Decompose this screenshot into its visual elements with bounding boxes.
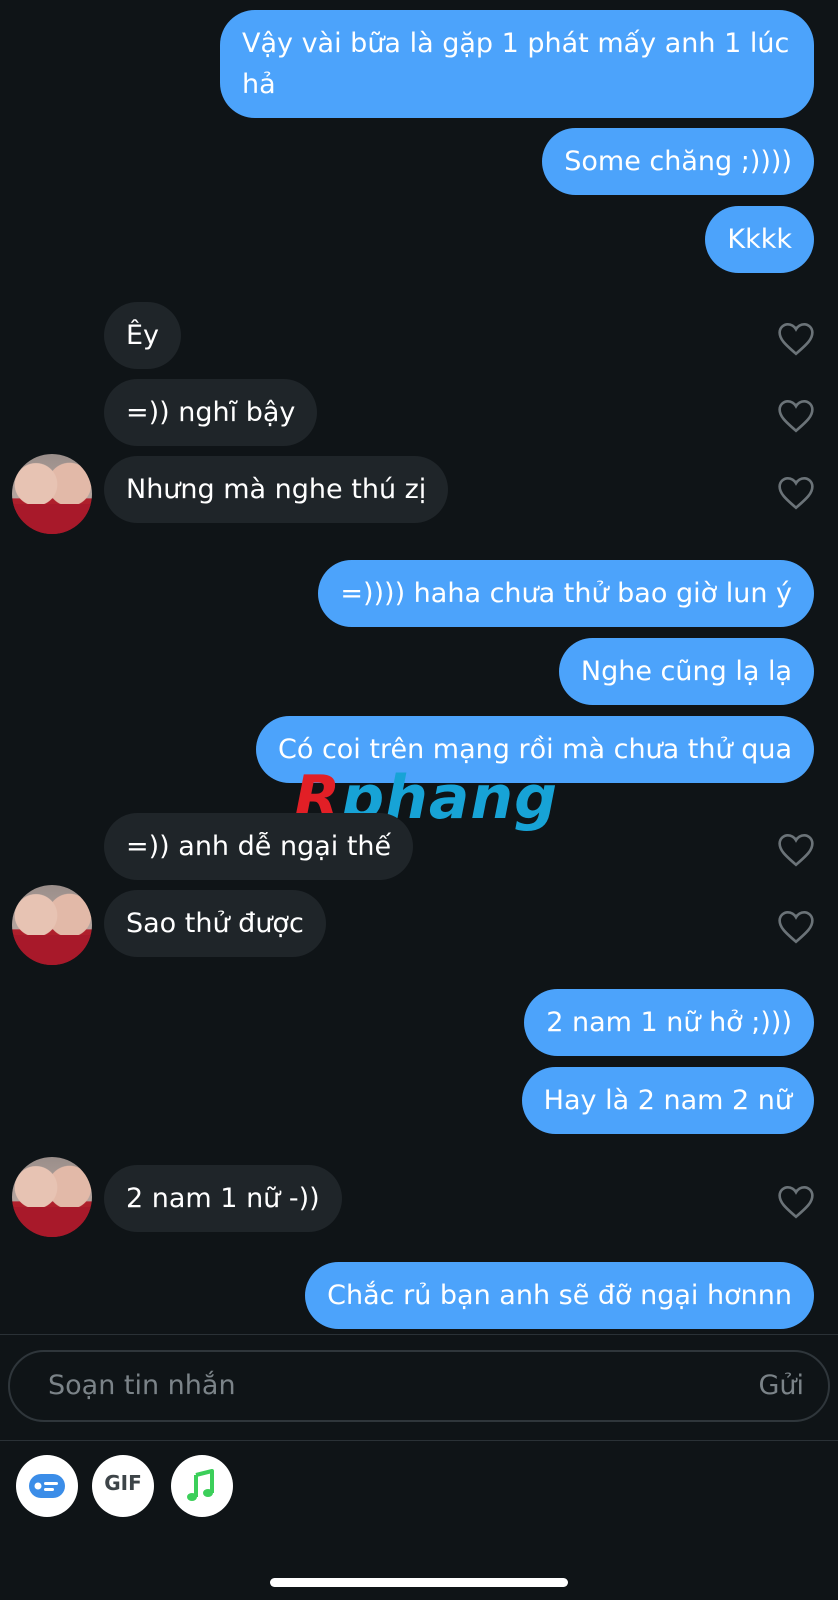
heart-icon[interactable]	[776, 475, 816, 511]
message-incoming[interactable]: =)) anh dễ ngại thế	[104, 813, 414, 880]
composer-divider	[0, 1334, 838, 1335]
heart-icon[interactable]	[776, 398, 816, 434]
contact-card-button[interactable]	[16, 1455, 78, 1517]
message-incoming[interactable]: 2 nam 1 nữ -))	[104, 1165, 342, 1232]
heart-icon[interactable]	[776, 321, 816, 357]
gif-icon: GIF	[104, 1471, 142, 1495]
contact-avatar[interactable]	[12, 1157, 92, 1237]
message-outgoing[interactable]: Chắc rủ bạn anh sẽ đỡ ngại hơnnn	[305, 1262, 814, 1329]
music-note-icon	[187, 1469, 214, 1501]
contact-avatar[interactable]	[12, 885, 92, 965]
heart-icon[interactable]	[776, 832, 816, 868]
music-button[interactable]	[171, 1455, 233, 1517]
contact-card-icon	[29, 1474, 65, 1498]
message-outgoing[interactable]: Nghe cũng lạ lạ	[558, 638, 814, 705]
message-outgoing[interactable]: Some chăng ;))))	[542, 128, 814, 195]
heart-icon[interactable]	[776, 909, 816, 945]
message-input-placeholder[interactable]: Soạn tin nhắn	[48, 1370, 236, 1401]
message-outgoing[interactable]: Vậy vài bữa là gặp 1 phát mấy anh 1 lúc …	[220, 10, 814, 118]
message-incoming[interactable]: Sao thử được	[104, 890, 326, 957]
chat-thread: Vậy vài bữa là gặp 1 phát mấy anh 1 lúc …	[0, 0, 838, 1332]
message-composer[interactable]: Soạn tin nhắn Gửi	[8, 1350, 830, 1422]
contact-avatar[interactable]	[12, 454, 92, 534]
message-outgoing[interactable]: Kkkk	[705, 206, 814, 273]
message-outgoing[interactable]: Hay là 2 nam 2 nữ	[521, 1067, 814, 1134]
toolbar-divider	[0, 1440, 838, 1441]
heart-icon[interactable]	[776, 1184, 816, 1220]
message-incoming[interactable]: =)) nghĩ bậy	[104, 379, 318, 446]
home-indicator[interactable]	[270, 1578, 568, 1587]
message-outgoing[interactable]: 2 nam 1 nữ hở ;)))	[524, 989, 814, 1056]
message-outgoing[interactable]: =)))) haha chưa thử bao giờ lun ý	[318, 560, 814, 627]
send-button[interactable]: Gửi	[758, 1370, 804, 1401]
message-incoming[interactable]: Nhưng mà nghe thú zị	[104, 456, 449, 523]
message-incoming[interactable]: Êy	[104, 302, 182, 369]
gif-button[interactable]: GIF	[92, 1455, 154, 1517]
